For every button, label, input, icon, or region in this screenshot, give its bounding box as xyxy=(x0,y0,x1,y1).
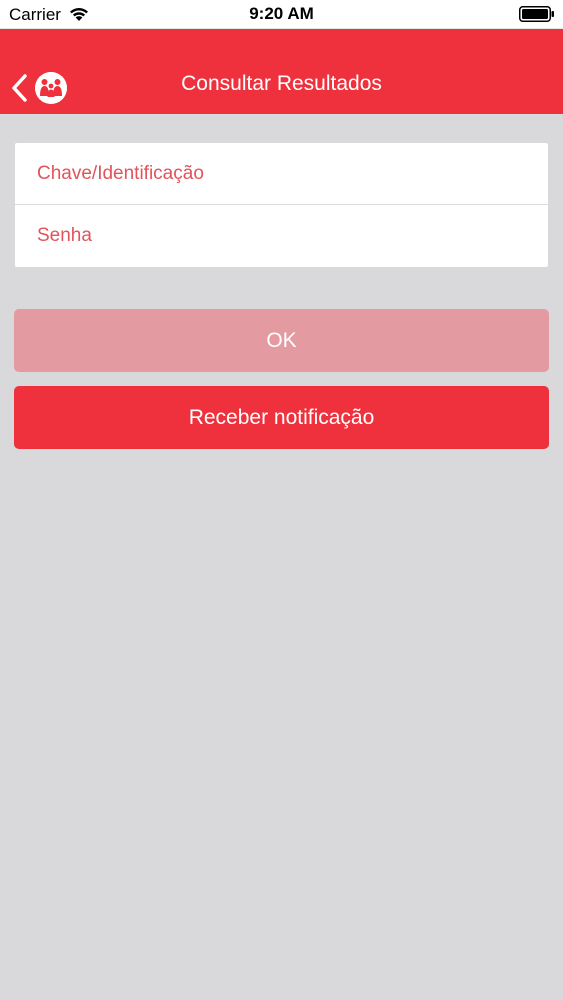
receive-notification-button[interactable]: Receber notificação xyxy=(14,386,549,449)
password-field[interactable] xyxy=(15,205,548,266)
navigation-bar: Consultar Resultados xyxy=(0,29,563,114)
page-title: Consultar Resultados xyxy=(181,72,382,95)
id-field[interactable] xyxy=(15,143,548,204)
login-form xyxy=(15,143,548,267)
status-bar: Carrier 9:20 AM xyxy=(0,0,563,29)
ok-button[interactable]: OK xyxy=(14,309,549,372)
status-time: 9:20 AM xyxy=(249,4,314,23)
battery-icon xyxy=(519,6,554,22)
